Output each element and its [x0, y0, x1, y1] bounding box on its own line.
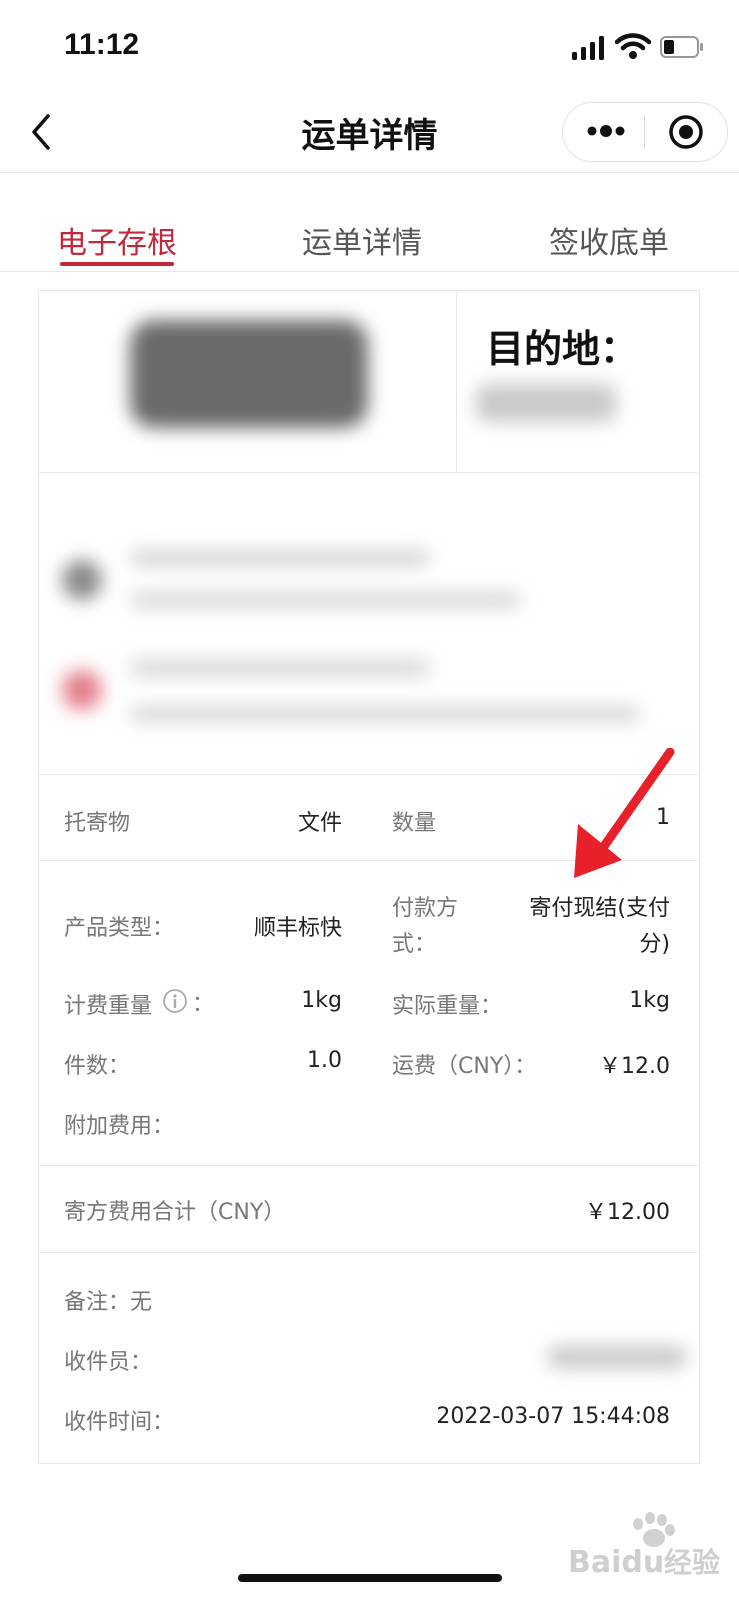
divider [38, 1252, 698, 1253]
quantity-label: 数量 [392, 811, 437, 836]
total-fee-label: 寄方费用合计（CNY） [64, 1200, 286, 1225]
blurred-receiver-name [130, 660, 430, 676]
home-indicator[interactable] [238, 1574, 502, 1582]
total-fee-value: ￥12.00 [585, 1200, 670, 1225]
svg-text:Baidu: Baidu [568, 1545, 664, 1580]
battery-icon [660, 36, 703, 58]
tab-e-stub[interactable]: 电子存根 [32, 218, 202, 262]
goods-label: 托寄物 [64, 811, 131, 836]
payment-method-label: 付款方 [392, 896, 459, 921]
baidu-watermark-logo: Baidu 经验 [568, 1512, 720, 1580]
wifi-icon [615, 33, 651, 59]
goods-value: 文件 [297, 811, 342, 836]
tab-signed-receipt[interactable]: 签收底单 [524, 218, 694, 262]
blurred-sender-name [130, 550, 430, 566]
close-mini-program-icon[interactable] [668, 114, 704, 150]
actual-weight-value: 1kg [629, 988, 670, 1013]
extra-fee-label: 附加费用： [64, 1114, 175, 1139]
billing-weight-value: 1kg [301, 988, 342, 1013]
billing-weight-colon: ： [192, 992, 215, 1017]
courier-label: 收件员： [64, 1350, 153, 1375]
signal-icon [572, 36, 604, 60]
blurred-sender-address [130, 592, 520, 608]
remark: 备注：无 [64, 1290, 153, 1315]
status-time: 11:12 [64, 28, 140, 61]
payment-method-value: 寄付现结(支付 [529, 896, 670, 921]
freight-value: ￥12.0 [599, 1054, 670, 1079]
product-type-label: 产品类型： [64, 916, 175, 941]
blurred-receiver-address [130, 706, 640, 722]
blurred-waybill-code [130, 320, 368, 428]
more-icon[interactable] [586, 118, 626, 144]
payment-method-value-cont: 分) [639, 932, 670, 957]
pieces-value: 1.0 [307, 1048, 342, 1073]
pickup-time-value: 2022-03-07 15:44:08 [436, 1404, 670, 1429]
active-tab-indicator [60, 262, 174, 266]
destination-label: 目的地： [486, 327, 639, 371]
annotation-arrow-icon [574, 748, 675, 878]
divider [38, 472, 698, 473]
sender-icon [62, 560, 102, 600]
svg-text:经验: 经验 [664, 1546, 720, 1579]
tab-waybill-detail[interactable]: 运单详情 [277, 218, 447, 262]
receiver-icon [62, 670, 102, 710]
billing-weight-label: 计费重量 [64, 994, 153, 1019]
product-type-value: 顺丰标快 [253, 916, 342, 941]
pickup-time-label: 收件时间： [64, 1410, 175, 1435]
divider [38, 1165, 698, 1166]
freight-label: 运费（CNY）： [392, 1054, 537, 1079]
payment-method-label-cont: 式： [392, 932, 437, 957]
capsule-divider [644, 116, 645, 148]
pieces-label: 件数： [64, 1054, 131, 1079]
divider [456, 290, 457, 472]
actual-weight-label: 实际重量： [392, 994, 503, 1019]
blurred-destination [476, 384, 616, 422]
blurred-courier [548, 1346, 686, 1368]
info-icon[interactable] [162, 988, 188, 1014]
